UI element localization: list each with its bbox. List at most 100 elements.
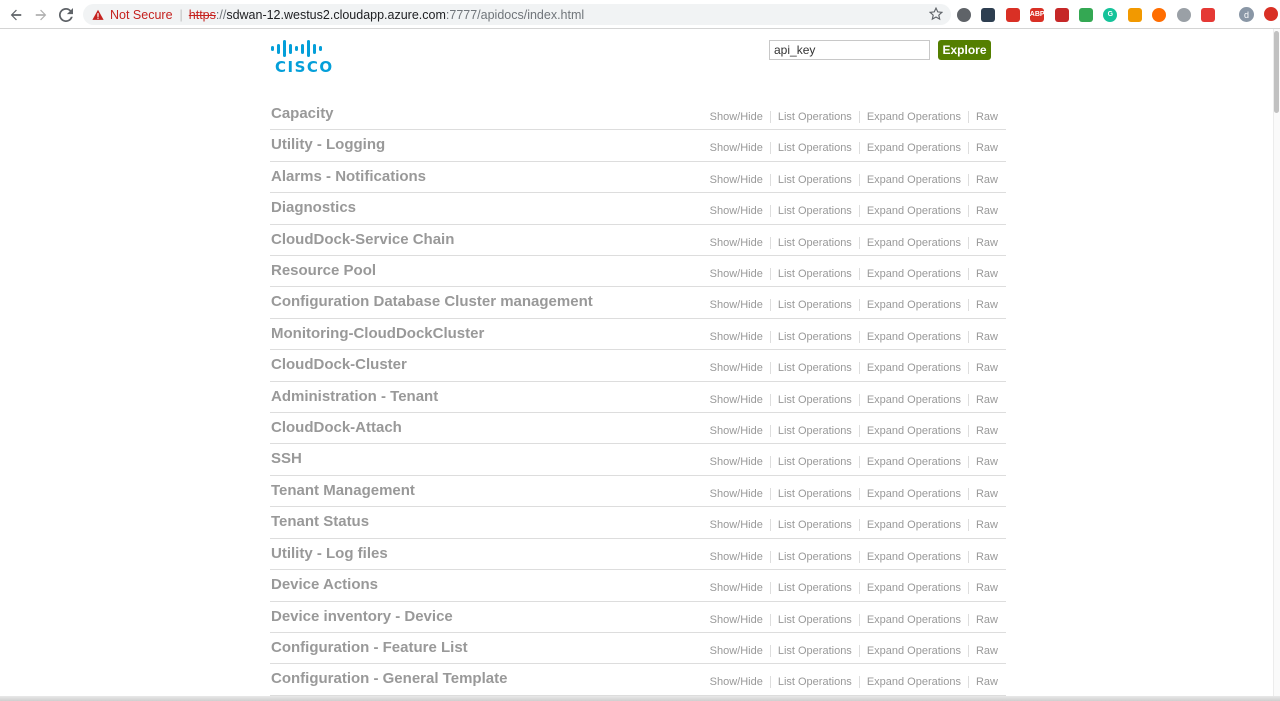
list-operations-link[interactable]: List Operations	[771, 487, 860, 500]
show-hide-link[interactable]: Show/Hide	[703, 456, 771, 469]
list-operations-link[interactable]: List Operations	[771, 582, 860, 595]
list-operations-link[interactable]: List Operations	[771, 613, 860, 626]
list-operations-link[interactable]: List Operations	[771, 676, 860, 689]
extension-orange-square-icon[interactable]	[1127, 7, 1142, 22]
expand-operations-link[interactable]: Expand Operations	[860, 487, 969, 500]
raw-link[interactable]: Raw	[969, 331, 998, 343]
forward-button[interactable]	[29, 3, 53, 27]
profile-avatar[interactable]: d	[1239, 7, 1254, 22]
resource-title[interactable]: Tenant Status	[271, 513, 369, 530]
expand-operations-link[interactable]: Expand Operations	[860, 299, 969, 312]
expand-operations-link[interactable]: Expand Operations	[860, 173, 969, 186]
extension-square-red-icon[interactable]	[1054, 7, 1069, 22]
show-hide-link[interactable]: Show/Hide	[703, 613, 771, 626]
show-hide-link[interactable]: Show/Hide	[703, 362, 771, 375]
list-operations-link[interactable]: List Operations	[771, 330, 860, 343]
expand-operations-link[interactable]: Expand Operations	[860, 362, 969, 375]
raw-link[interactable]: Raw	[969, 582, 998, 594]
show-hide-link[interactable]: Show/Hide	[703, 268, 771, 281]
resource-title[interactable]: Utility - Log files	[271, 545, 388, 562]
raw-link[interactable]: Raw	[969, 142, 998, 154]
raw-link[interactable]: Raw	[969, 645, 998, 657]
raw-link[interactable]: Raw	[969, 205, 998, 217]
resource-title[interactable]: SSH	[271, 450, 302, 467]
list-operations-link[interactable]: List Operations	[771, 425, 860, 438]
resource-title[interactable]: Tenant Management	[271, 482, 415, 499]
list-operations-link[interactable]: List Operations	[771, 111, 860, 123]
list-operations-link[interactable]: List Operations	[771, 644, 860, 657]
reload-button[interactable]	[54, 3, 78, 27]
extension-shield-red-icon[interactable]	[1005, 7, 1020, 22]
api-key-input[interactable]	[769, 40, 930, 60]
extension-orange-circle-icon[interactable]	[1152, 7, 1167, 22]
raw-link[interactable]: Raw	[969, 394, 998, 406]
show-hide-link[interactable]: Show/Hide	[703, 330, 771, 343]
raw-link[interactable]: Raw	[969, 362, 998, 374]
show-hide-link[interactable]: Show/Hide	[703, 644, 771, 657]
raw-link[interactable]: Raw	[969, 174, 998, 186]
resource-title[interactable]: CloudDock-Cluster	[271, 356, 407, 373]
list-operations-link[interactable]: List Operations	[771, 456, 860, 469]
resource-title[interactable]: Configuration - General Template	[271, 670, 507, 687]
resource-title[interactable]: Device inventory - Device	[271, 608, 453, 625]
extension-circle-icon[interactable]	[957, 7, 971, 22]
list-operations-link[interactable]: List Operations	[771, 393, 860, 406]
list-operations-link[interactable]: List Operations	[771, 142, 860, 155]
resource-title[interactable]: Resource Pool	[271, 262, 376, 279]
expand-operations-link[interactable]: Expand Operations	[860, 582, 969, 595]
raw-link[interactable]: Raw	[969, 456, 998, 468]
show-hide-link[interactable]: Show/Hide	[703, 487, 771, 500]
resource-title[interactable]: Utility - Logging	[271, 136, 385, 153]
show-hide-link[interactable]: Show/Hide	[703, 299, 771, 312]
expand-operations-link[interactable]: Expand Operations	[860, 550, 969, 563]
expand-operations-link[interactable]: Expand Operations	[860, 676, 969, 689]
expand-operations-link[interactable]: Expand Operations	[860, 613, 969, 626]
show-hide-link[interactable]: Show/Hide	[703, 173, 771, 186]
expand-operations-link[interactable]: Expand Operations	[860, 456, 969, 469]
expand-operations-link[interactable]: Expand Operations	[860, 519, 969, 532]
resource-title[interactable]: Configuration - Feature List	[271, 639, 468, 656]
raw-link[interactable]: Raw	[969, 551, 998, 563]
expand-operations-link[interactable]: Expand Operations	[860, 236, 969, 249]
address-bar[interactable]: Not Secure | https://sdwan-12.westus2.cl…	[83, 4, 951, 25]
raw-link[interactable]: Raw	[969, 425, 998, 437]
list-operations-link[interactable]: List Operations	[771, 299, 860, 312]
bookmark-star-icon[interactable]	[928, 6, 944, 21]
extension-abp-icon[interactable]: ABP	[1030, 7, 1045, 22]
show-hide-link[interactable]: Show/Hide	[703, 236, 771, 249]
list-operations-link[interactable]: List Operations	[771, 519, 860, 532]
show-hide-link[interactable]: Show/Hide	[703, 111, 771, 123]
expand-operations-link[interactable]: Expand Operations	[860, 425, 969, 438]
extension-last-icon[interactable]	[1264, 7, 1278, 21]
list-operations-link[interactable]: List Operations	[771, 173, 860, 186]
resource-title[interactable]: Monitoring-CloudDockCluster	[271, 325, 484, 342]
raw-link[interactable]: Raw	[969, 111, 998, 123]
extension-check-green-icon[interactable]	[1078, 7, 1093, 22]
resource-title[interactable]: Configuration Database Cluster managemen…	[271, 293, 593, 310]
expand-operations-link[interactable]: Expand Operations	[860, 111, 969, 123]
back-button[interactable]	[4, 3, 28, 27]
raw-link[interactable]: Raw	[969, 299, 998, 311]
extension-grammarly-icon[interactable]: G	[1103, 7, 1118, 22]
raw-link[interactable]: Raw	[969, 676, 998, 688]
show-hide-link[interactable]: Show/Hide	[703, 205, 771, 218]
list-operations-link[interactable]: List Operations	[771, 205, 860, 218]
resource-title[interactable]: CloudDock-Service Chain	[271, 231, 454, 248]
expand-operations-link[interactable]: Expand Operations	[860, 268, 969, 281]
expand-operations-link[interactable]: Expand Operations	[860, 644, 969, 657]
resource-title[interactable]: CloudDock-Attach	[271, 419, 402, 436]
security-status[interactable]: Not Secure	[110, 8, 173, 22]
resource-title[interactable]: Device Actions	[271, 576, 378, 593]
list-operations-link[interactable]: List Operations	[771, 236, 860, 249]
list-operations-link[interactable]: List Operations	[771, 362, 860, 375]
show-hide-link[interactable]: Show/Hide	[703, 582, 771, 595]
show-hide-link[interactable]: Show/Hide	[703, 393, 771, 406]
show-hide-link[interactable]: Show/Hide	[703, 550, 771, 563]
expand-operations-link[interactable]: Expand Operations	[860, 142, 969, 155]
raw-link[interactable]: Raw	[969, 268, 998, 280]
extension-outline-circle-icon[interactable]	[1176, 7, 1191, 22]
raw-link[interactable]: Raw	[969, 614, 998, 626]
list-operations-link[interactable]: List Operations	[771, 550, 860, 563]
raw-link[interactable]: Raw	[969, 237, 998, 249]
scrollbar-thumb[interactable]	[1274, 31, 1279, 113]
